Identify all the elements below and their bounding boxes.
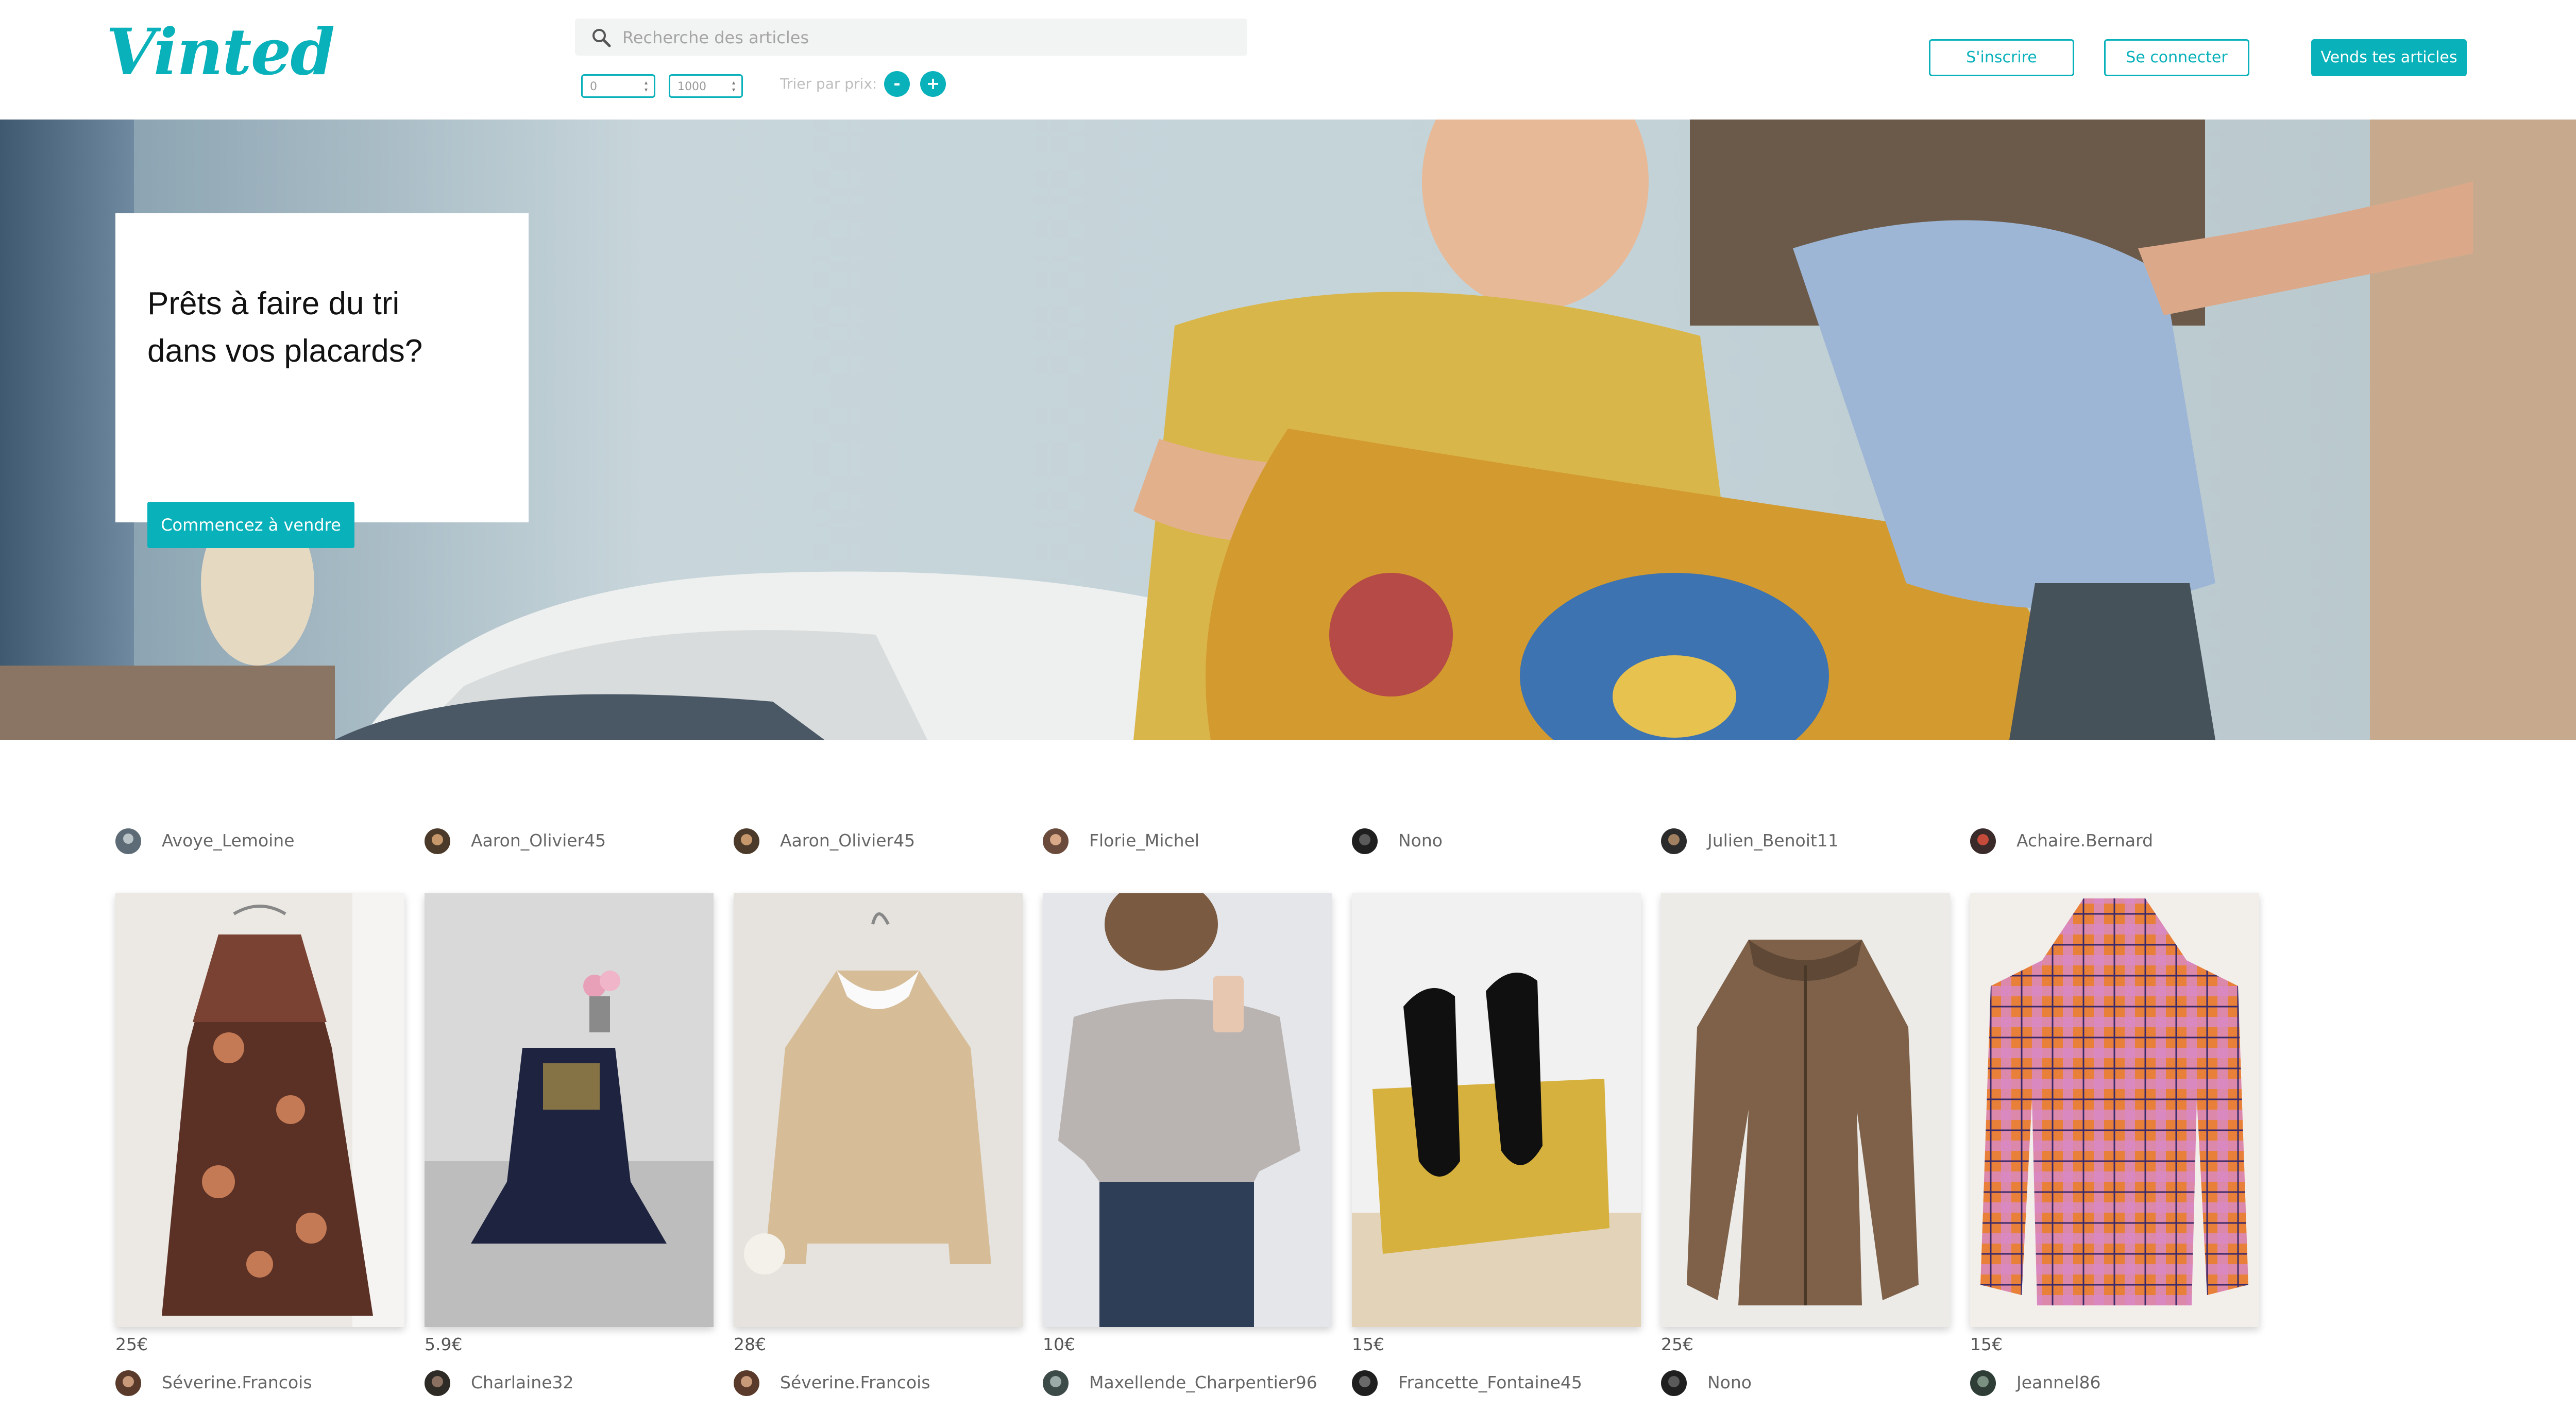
seller-row[interactable]: Jeannel86 bbox=[1970, 1366, 2259, 1397]
item-photo[interactable] bbox=[1043, 893, 1332, 1327]
item-price: 25€ bbox=[115, 1334, 148, 1354]
avatar[interactable] bbox=[425, 828, 450, 854]
items-grid: Avoye_Lemoine 25€ Aaron_Olivier45 5.9€ A… bbox=[0, 824, 2576, 1428]
avatar[interactable] bbox=[1970, 1370, 1996, 1396]
item-price: 15€ bbox=[1352, 1334, 1384, 1354]
sort-by-price-label: Trier par prix: bbox=[780, 75, 877, 92]
item-photo[interactable] bbox=[1970, 893, 2259, 1327]
avatar[interactable] bbox=[1661, 828, 1687, 854]
seller-username[interactable]: Achaire.Bernard bbox=[2016, 830, 2153, 851]
item-photo[interactable] bbox=[1352, 893, 1641, 1327]
seller-username[interactable]: Séverine.Francois bbox=[780, 1372, 930, 1392]
seller-row[interactable]: Francette_Fontaine45 bbox=[1352, 1366, 1641, 1397]
seller-username[interactable]: Séverine.Francois bbox=[162, 1372, 312, 1392]
item-price: 15€ bbox=[1970, 1334, 2003, 1354]
avatar[interactable] bbox=[734, 1370, 759, 1396]
seller-row[interactable]: Florie_Michel bbox=[1043, 824, 1332, 855]
avatar[interactable] bbox=[1352, 828, 1378, 854]
price-max-value: 1000 bbox=[677, 80, 706, 93]
avatar[interactable] bbox=[425, 1370, 450, 1396]
avatar[interactable] bbox=[115, 828, 141, 854]
avatar[interactable] bbox=[734, 828, 759, 854]
seller-row[interactable]: Maxellende_Charpentier96 bbox=[1043, 1366, 1332, 1397]
seller-username[interactable]: Nono bbox=[1398, 830, 1443, 851]
item-photo[interactable] bbox=[1661, 893, 1950, 1327]
start-selling-button[interactable]: Commencez à vendre bbox=[147, 502, 354, 548]
seller-row[interactable]: Nono bbox=[1352, 824, 1641, 855]
seller-row[interactable]: Aaron_Olivier45 bbox=[425, 824, 714, 855]
hero-card: Prêts à faire du tri dans vos placards? … bbox=[115, 213, 529, 548]
seller-username[interactable]: Francette_Fontaine45 bbox=[1398, 1372, 1582, 1392]
seller-row[interactable]: Charlaine32 bbox=[425, 1366, 714, 1397]
item-price: 5.9€ bbox=[425, 1334, 463, 1354]
seller-username[interactable]: Julien_Benoit11 bbox=[1707, 830, 1839, 851]
seller-row[interactable]: Séverine.Francois bbox=[115, 1366, 404, 1397]
seller-row[interactable]: Julien_Benoit11 bbox=[1661, 824, 1950, 855]
seller-username[interactable]: Aaron_Olivier45 bbox=[780, 830, 915, 851]
login-button[interactable]: Se connecter bbox=[2104, 39, 2249, 76]
seller-username[interactable]: Avoye_Lemoine bbox=[162, 830, 295, 851]
item-price: 10€ bbox=[1043, 1334, 1075, 1354]
sell-items-button[interactable]: Vends tes articles bbox=[2311, 39, 2467, 76]
vinted-logo[interactable]: Vinted bbox=[106, 21, 335, 84]
seller-row[interactable]: Séverine.Francois bbox=[734, 1366, 1023, 1397]
avatar[interactable] bbox=[1970, 828, 1996, 854]
header: Vinted 0 ▴▾ 1000 ▴▾ Trier par prix: - + … bbox=[0, 0, 2576, 120]
seller-row[interactable]: Nono bbox=[1661, 1366, 1950, 1397]
item-photo[interactable] bbox=[115, 893, 404, 1327]
item-photo[interactable] bbox=[425, 893, 714, 1327]
seller-row[interactable]: Achaire.Bernard bbox=[1970, 824, 2259, 855]
avatar[interactable] bbox=[1661, 1370, 1687, 1396]
hero-title: Prêts à faire du tri dans vos placards? bbox=[147, 286, 423, 369]
item-price: 25€ bbox=[1661, 1334, 1693, 1354]
sort-price-asc-button[interactable]: + bbox=[920, 71, 946, 97]
seller-username[interactable]: Nono bbox=[1707, 1372, 1752, 1392]
spinner-icon[interactable]: ▴ ▾ bbox=[730, 79, 737, 93]
price-max-input[interactable]: 1000 ▴ ▾ bbox=[669, 74, 743, 98]
price-min-input[interactable]: 0 ▴ ▾ bbox=[581, 74, 655, 98]
seller-username[interactable]: Jeannel86 bbox=[2016, 1372, 2101, 1392]
seller-username[interactable]: Charlaine32 bbox=[471, 1372, 574, 1392]
seller-row[interactable]: Aaron_Olivier45 bbox=[734, 824, 1023, 855]
signup-button[interactable]: S'inscrire bbox=[1929, 39, 2074, 76]
seller-username[interactable]: Florie_Michel bbox=[1089, 830, 1199, 851]
seller-username[interactable]: Aaron_Olivier45 bbox=[471, 830, 606, 851]
avatar[interactable] bbox=[1043, 828, 1069, 854]
hero-banner: Prêts à faire du tri dans vos placards? … bbox=[0, 120, 2576, 740]
sort-price-desc-button[interactable]: - bbox=[884, 71, 910, 97]
seller-username[interactable]: Maxellende_Charpentier96 bbox=[1089, 1372, 1317, 1392]
avatar[interactable] bbox=[1352, 1370, 1378, 1396]
item-photo[interactable] bbox=[734, 893, 1023, 1327]
search-bar[interactable] bbox=[575, 19, 1247, 56]
spinner-icon[interactable]: ▴ ▾ bbox=[642, 79, 650, 93]
seller-row[interactable]: Avoye_Lemoine bbox=[115, 824, 404, 855]
search-icon bbox=[592, 29, 611, 47]
avatar[interactable] bbox=[1043, 1370, 1069, 1396]
avatar[interactable] bbox=[115, 1370, 141, 1396]
search-input[interactable] bbox=[621, 24, 1231, 52]
price-min-value: 0 bbox=[590, 80, 597, 93]
item-price: 28€ bbox=[734, 1334, 766, 1354]
